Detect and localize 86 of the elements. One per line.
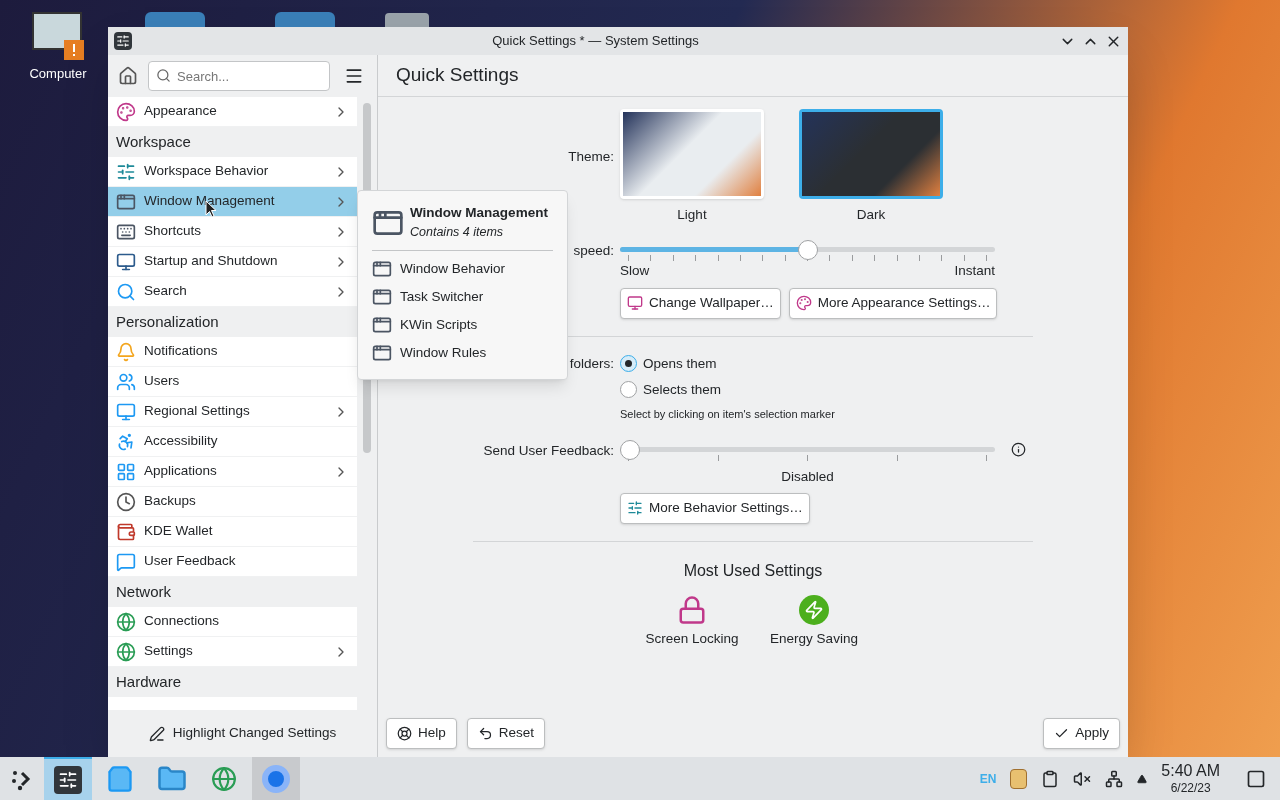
slider-handle[interactable]: [620, 439, 640, 460]
lightning-icon: [799, 594, 829, 625]
popup-item[interactable]: Task Switcher: [372, 283, 553, 311]
field-label: Send User Feedback:: [482, 441, 614, 460]
palette-icon: [116, 101, 136, 122]
settings-button[interactable]: More Behavior Settings…: [620, 492, 810, 524]
lock-screen-icon: [677, 594, 707, 625]
section-header: Hardware: [108, 667, 357, 697]
popup-item[interactable]: Window Rules: [372, 339, 553, 367]
popup-subtitle: Contains 4 items: [410, 224, 505, 242]
theme-label: Light: [677, 206, 707, 224]
dialog-button[interactable]: Help: [386, 718, 457, 749]
shortcut-item[interactable]: Screen Locking: [642, 594, 742, 649]
window-icon: [372, 315, 392, 335]
page-title: Quick Settings: [396, 63, 519, 88]
search-icon: [116, 281, 136, 302]
slider-handle[interactable]: [797, 240, 818, 261]
section-heading: Most Used Settings: [683, 560, 823, 581]
radio-button[interactable]: [620, 381, 637, 399]
radio-label[interactable]: Opens them: [643, 353, 717, 374]
chat-bubble-icon: [116, 551, 136, 572]
bell-icon: [116, 341, 136, 362]
window-icon: [372, 287, 392, 307]
hint-text: Select by clicking on item's selection marker: [620, 407, 836, 422]
app-icon: [114, 32, 132, 50]
highlight-changed-settings[interactable]: Highlight Changed Settings: [172, 723, 337, 744]
globe-icon: [116, 611, 136, 632]
pen-icon: [148, 725, 165, 742]
shortcut-item[interactable]: Energy Saving: [764, 594, 864, 649]
theme-preview[interactable]: [799, 109, 943, 199]
window-title: Quick Settings * — System Settings: [491, 32, 700, 51]
popup-item[interactable]: KWin Scripts: [372, 311, 553, 339]
radio-label[interactable]: Selects them: [643, 379, 722, 400]
undo-icon: [477, 726, 493, 741]
field-label: folders:: [568, 354, 614, 373]
monitor-icon: [627, 295, 643, 311]
window-icon: [372, 259, 392, 279]
monitor-icon: [116, 401, 136, 422]
desktop-icon-label[interactable]: Computer: [29, 64, 87, 84]
users-icon: [116, 371, 136, 392]
browser-icon: [262, 764, 290, 793]
theme-label: Dark: [856, 206, 886, 224]
radio-button[interactable]: [620, 355, 637, 373]
info-icon[interactable]: [1011, 442, 1026, 457]
menu-icon[interactable]: [344, 66, 364, 86]
accessibility-icon: [116, 431, 136, 452]
popup-item[interactable]: Window Behavior: [372, 255, 553, 283]
sliders-icon: [54, 765, 82, 794]
sliders-icon: [116, 161, 136, 182]
taskbar-app[interactable]: [44, 757, 92, 800]
sliders-icon: [627, 500, 643, 517]
globe-icon: [211, 765, 237, 792]
window-icon: [372, 343, 392, 363]
slider-max-label: Instant: [954, 262, 995, 281]
wallet-icon: [116, 521, 136, 542]
network-icon[interactable]: [1105, 769, 1124, 788]
clock-icon: [116, 491, 136, 512]
section-header: Network: [108, 577, 357, 607]
palette-icon: [795, 295, 812, 311]
section-header: Workspace: [108, 127, 357, 157]
theme-preview[interactable]: [620, 109, 764, 199]
muted-speaker-icon[interactable]: [1073, 769, 1092, 788]
monitor-icon: [116, 251, 136, 272]
clipboard-icon[interactable]: [1041, 769, 1060, 788]
show-desktop-icon[interactable]: [1246, 768, 1266, 789]
help-icon: [397, 726, 412, 741]
sidebar-item[interactable]: Window Management: [108, 187, 357, 217]
search-icon: [156, 68, 171, 83]
popup-title: Window Management: [410, 204, 548, 222]
clock-time[interactable]: 5:40 AM: [1161, 761, 1220, 781]
grid-icon: [116, 461, 136, 482]
settings-button[interactable]: More Appearance Settings…: [788, 287, 998, 319]
expand-arrow-icon[interactable]: [1137, 773, 1148, 784]
dialog-button[interactable]: Reset: [466, 718, 546, 749]
clock-date[interactable]: 6/22/23: [1170, 781, 1211, 796]
dialog-button[interactable]: Apply: [1043, 718, 1120, 749]
computer-icon[interactable]: [32, 12, 84, 60]
slider-min-label: Slow: [620, 262, 650, 281]
slider-value-label: Disabled: [780, 467, 835, 486]
search-field[interactable]: Search...: [148, 61, 330, 91]
section-header: Personalization: [108, 307, 357, 337]
home-icon[interactable]: [118, 66, 138, 86]
settings-button[interactable]: Change Wallpaper…: [620, 287, 781, 319]
field-label: speed:: [572, 242, 614, 261]
globe-icon: [116, 641, 136, 662]
field-label: Theme:: [567, 148, 614, 166]
